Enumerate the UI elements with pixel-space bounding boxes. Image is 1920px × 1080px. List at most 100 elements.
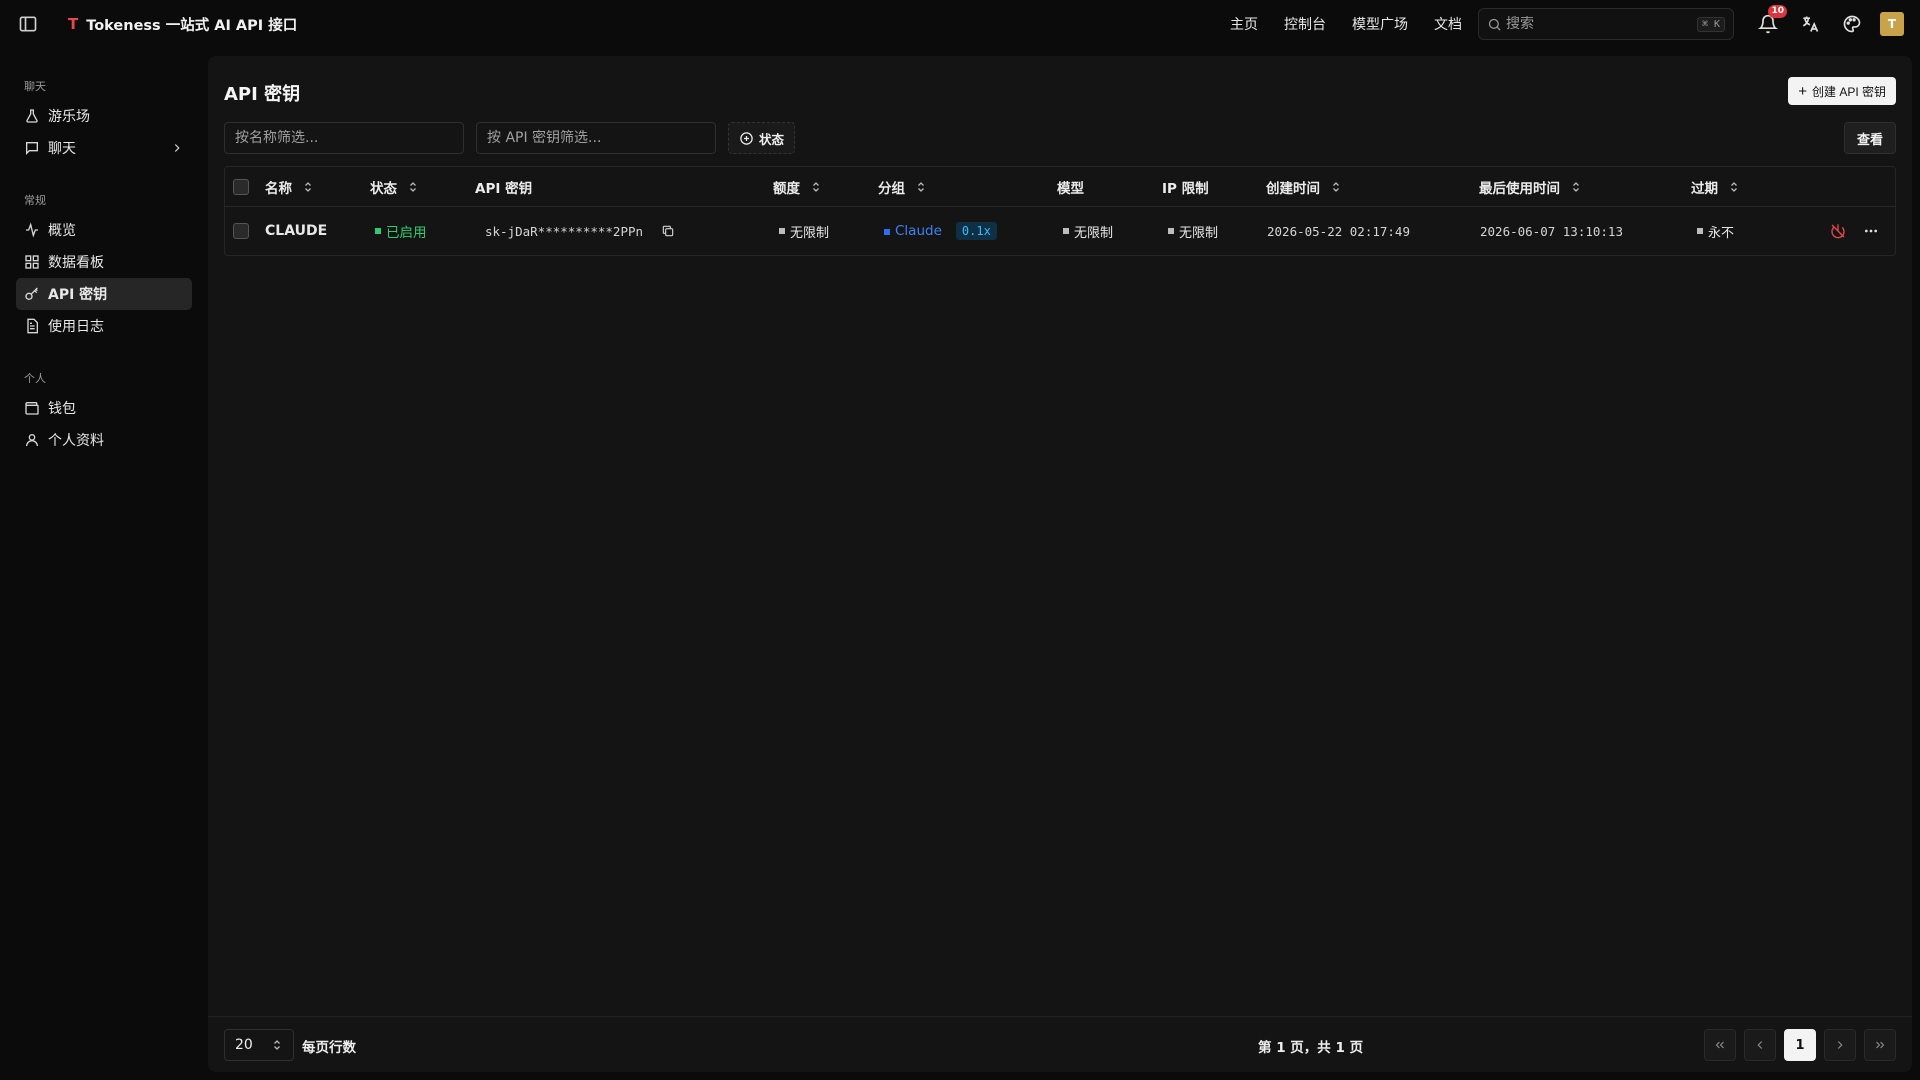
- sidebar-item-playground[interactable]: 游乐场: [16, 100, 192, 132]
- last-used-time: 2026-06-07 13:10:13: [1480, 223, 1623, 239]
- sidebar-item-profile[interactable]: 个人资料: [16, 424, 192, 456]
- row-checkbox[interactable]: [233, 223, 249, 239]
- nav-docs[interactable]: 文档: [1434, 14, 1462, 34]
- sidebar-item-api-keys[interactable]: API 密钥: [16, 278, 192, 310]
- chevrons-left-icon: [1715, 1041, 1724, 1049]
- api-key-cell: sk-jDaR**********2PPn: [485, 207, 675, 255]
- pagination-footer: 20 每页行数 第 1 页，共 1 页 1: [208, 1016, 1912, 1072]
- status-badge: 已启用: [375, 207, 427, 255]
- status-text: 已启用: [386, 225, 427, 241]
- select-all-checkbox[interactable]: [233, 178, 249, 195]
- sidebar-toggle-icon[interactable]: [18, 14, 38, 34]
- quota-badge: 无限制: [779, 207, 829, 255]
- brand[interactable]: T Tokeness 一站式 AI API 接口: [68, 14, 297, 35]
- table-header-row: 名称 状态 API 密钥 额度 分组 模型 IP 限制 创建时间 最后使用时间 …: [225, 167, 1895, 207]
- rows-per-page-select[interactable]: 20: [224, 1029, 294, 1061]
- api-key-filter-input[interactable]: [476, 122, 716, 154]
- user-icon: [26, 434, 38, 447]
- ip-badge: 无限制: [1168, 207, 1218, 255]
- message-icon: [26, 142, 38, 155]
- disable-action[interactable]: [1830, 207, 1846, 255]
- group-dot: [884, 229, 890, 235]
- more-horizontal-icon[interactable]: [1863, 223, 1879, 239]
- column-header-last-used[interactable]: 最后使用时间: [1479, 167, 1582, 206]
- expiry-dot: [1697, 228, 1703, 234]
- sidebar-item-chat[interactable]: 聊天: [16, 132, 192, 164]
- select-all-cell: [233, 167, 249, 206]
- sidebar-item-label: 使用日志: [48, 319, 104, 335]
- column-header-label: 最后使用时间: [1479, 180, 1560, 197]
- expiry-badge: 永不: [1697, 207, 1734, 255]
- sort-icon[interactable]: [1330, 181, 1342, 193]
- top-bar: T Tokeness 一站式 AI API 接口 主页 控制台 模型广场 文档 …: [0, 0, 1920, 48]
- prev-page-button[interactable]: [1744, 1029, 1776, 1061]
- row-actions[interactable]: [1863, 207, 1879, 255]
- sort-icon[interactable]: [915, 181, 927, 193]
- ip-text: 无限制: [1179, 225, 1219, 241]
- top-nav: 主页 控制台 模型广场 文档: [1204, 14, 1462, 34]
- filters: 状态: [224, 122, 796, 154]
- column-header-label: API 密钥: [475, 180, 533, 197]
- column-header-created[interactable]: 创建时间: [1266, 167, 1342, 206]
- notifications-button[interactable]: 10: [1757, 5, 1787, 34]
- sidebar-group-general: 常规: [24, 194, 46, 207]
- view-options-button[interactable]: 查看: [1843, 122, 1896, 154]
- group-text: Claude: [895, 223, 942, 239]
- search-shortcut: ⌘ K: [1696, 16, 1725, 32]
- next-page-button[interactable]: [1824, 1029, 1856, 1061]
- nav-home[interactable]: 主页: [1230, 14, 1258, 34]
- column-header-quota[interactable]: 额度: [773, 167, 822, 206]
- sidebar-item-overview[interactable]: 概览: [16, 214, 192, 246]
- column-header-expiry[interactable]: 过期: [1691, 167, 1740, 206]
- status-filter-button[interactable]: 状态: [728, 122, 796, 154]
- sort-icon[interactable]: [810, 181, 822, 193]
- palette-icon: [1843, 15, 1861, 33]
- language-button[interactable]: [1800, 14, 1820, 34]
- chevron-up-down-icon: [274, 1040, 280, 1050]
- sort-icon[interactable]: [407, 181, 419, 193]
- create-api-key-button[interactable]: + 创建 API 密钥: [1788, 77, 1896, 105]
- notification-count: 10: [1768, 5, 1787, 18]
- key-icon: [25, 287, 38, 300]
- sort-icon[interactable]: [1728, 181, 1740, 193]
- power-off-icon[interactable]: [1830, 223, 1846, 239]
- model-badge: 无限制: [1063, 207, 1113, 255]
- chevron-left-icon: [1757, 1041, 1763, 1049]
- column-header-label: 额度: [773, 180, 800, 197]
- sidebar-item-label: 概览: [48, 223, 76, 239]
- page-button-current[interactable]: 1: [1784, 1029, 1816, 1061]
- chevron-right-icon: [1837, 1041, 1843, 1049]
- page-title: API 密钥: [224, 84, 301, 105]
- nav-console[interactable]: 控制台: [1284, 14, 1326, 34]
- column-header-name[interactable]: 名称: [265, 167, 314, 206]
- last-page-button[interactable]: [1864, 1029, 1896, 1061]
- group-badge[interactable]: Claude: [884, 223, 942, 239]
- top-icons: 10 T: [1748, 5, 1904, 36]
- sort-icon[interactable]: [1570, 181, 1582, 193]
- column-header-status[interactable]: 状态: [370, 167, 419, 206]
- column-header-label: 状态: [370, 180, 397, 197]
- avatar[interactable]: T: [1880, 12, 1904, 36]
- column-header-group[interactable]: 分组: [878, 167, 927, 206]
- search-box[interactable]: ⌘ K: [1478, 8, 1734, 40]
- nav-models[interactable]: 模型广场: [1352, 14, 1408, 34]
- sidebar-item-wallet[interactable]: 钱包: [16, 392, 192, 424]
- theme-button[interactable]: [1842, 14, 1862, 34]
- name-filter-input[interactable]: [224, 122, 464, 154]
- copy-icon[interactable]: [661, 224, 675, 238]
- sidebar-item-label: API 密钥: [48, 287, 108, 303]
- sidebar-item-usage-logs[interactable]: 使用日志: [16, 310, 192, 342]
- column-header-label: 创建时间: [1266, 180, 1320, 197]
- file-text-icon: [27, 318, 38, 334]
- model-text: 无限制: [1074, 225, 1114, 241]
- first-page-button[interactable]: [1704, 1029, 1736, 1061]
- sort-icon[interactable]: [302, 181, 314, 193]
- status-filter-label: 状态: [759, 131, 785, 147]
- column-header-label: 分组: [878, 180, 905, 197]
- page-info: 第 1 页，共 1 页: [1258, 1040, 1364, 1056]
- sidebar-item-dashboard[interactable]: 数据看板: [16, 246, 192, 278]
- rows-per-page-value: 20: [235, 1037, 253, 1053]
- search-input[interactable]: [1506, 16, 1697, 32]
- rows-per-page-label: 每页行数: [302, 1040, 356, 1056]
- sidebar: 聊天 游乐场 聊天 常规 概览 数据看板 API 密钥 使用日志 个人 钱包 个…: [0, 48, 208, 1080]
